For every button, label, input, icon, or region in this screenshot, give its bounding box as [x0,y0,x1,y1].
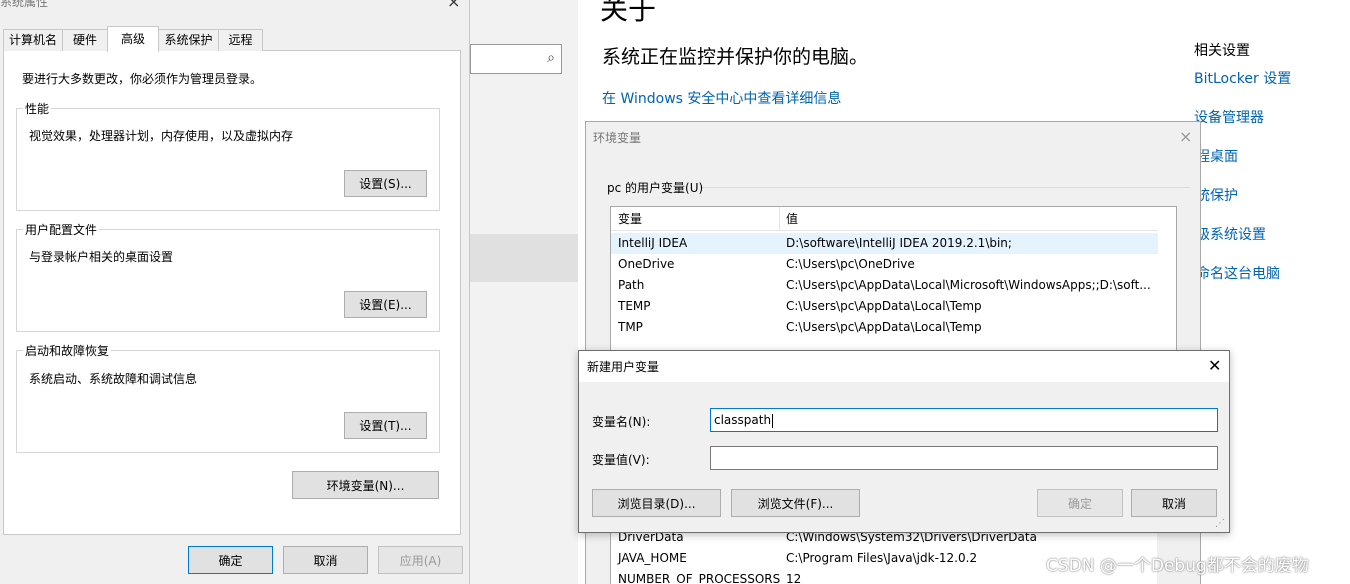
settings-nav-pane [470,0,578,584]
variable-name: Path [618,278,645,292]
group-title: 性能 [23,100,52,117]
variable-name: IntelliJ IDEA [618,236,688,250]
performance-group: 性能 视觉效果，处理器计划，内存使用，以及虚拟内存 设置(S)... [16,100,440,211]
advanced-system-settings-link[interactable]: 高级系统设置 [1194,224,1266,244]
apply-button[interactable]: 应用(A) [378,546,463,574]
table-row[interactable]: OneDrive C:\Users\pc\OneDrive [611,254,1158,275]
browse-file-button[interactable]: 浏览文件(F)... [731,489,860,517]
user-profiles-settings-button[interactable]: 设置(E)... [344,291,427,318]
dialog-title-bar[interactable] [579,351,1229,382]
variable-name-label: 变量名(N): [592,415,651,429]
variable-name: TEMP [618,299,651,313]
section-divider [700,187,1190,188]
environment-variables-button[interactable]: 环境变量(N)... [292,471,439,499]
watermark: CSDN @一个Debug都不会的废物 [1046,556,1309,576]
env-window-title: 环境变量 [593,131,642,145]
dialog-cancel-button[interactable]: 取消 [1131,489,1217,517]
admin-note: 要进行大多数更改，你必须作为管理员登录。 [22,72,263,86]
tab-system-protection[interactable]: 系统保护 [158,29,219,51]
page-title: 关于 [600,0,657,26]
close-icon[interactable]: × [1179,127,1192,146]
startup-recovery-group: 启动和故障恢复 系统启动、系统故障和调试信息 设置(T)... [16,342,440,453]
settings-nav-selected-item[interactable] [470,234,578,282]
dialog-ok-button[interactable]: 确定 [1037,489,1123,517]
table-row[interactable]: TEMP C:\Users\pc\AppData\Local\Temp [611,296,1158,317]
variable-name-text: classpath [714,413,772,427]
column-header-variable[interactable]: 变量 [611,207,642,231]
security-center-link[interactable]: 在 Windows 安全中心中查看详细信息 [602,88,841,108]
table-header: 变量 值 [611,207,1158,231]
variable-name: NUMBER_OF_PROCESSORS [618,572,781,584]
window-title: 系统属性 [0,0,49,9]
close-icon[interactable]: × [447,0,460,11]
search-icon: ⌕ [547,50,555,66]
tab-hardware[interactable]: 硬件 [62,29,108,51]
cancel-button[interactable]: 取消 [283,546,368,574]
tab-advanced[interactable]: 高级 [107,26,159,52]
bitlocker-link[interactable]: BitLocker 设置 [1194,68,1291,88]
variable-value-input[interactable] [710,446,1218,470]
variable-value: C:\Users\pc\OneDrive [786,257,915,271]
user-profiles-group: 用户配置文件 与登录帐户相关的桌面设置 设置(E)... [16,221,440,332]
variable-value-label: 变量值(V): [592,453,650,467]
resize-grip-icon[interactable]: ⋰ [1215,518,1225,529]
variable-name: TMP [618,320,643,334]
variable-name: OneDrive [618,257,675,271]
table-row[interactable]: TMP C:\Users\pc\AppData\Local\Temp [611,317,1158,338]
tab-computer-name[interactable]: 计算机名 [3,29,63,51]
table-row[interactable]: IntelliJ IDEA D:\software\IntelliJ IDEA … [611,233,1158,254]
dialog-title: 新建用户变量 [587,360,660,374]
settings-search-box[interactable]: ⌕ [470,44,562,74]
tab-remote[interactable]: 远程 [218,29,263,51]
group-description: 与登录帐户相关的桌面设置 [29,250,174,264]
device-manager-link[interactable]: 设备管理器 [1194,107,1264,127]
performance-settings-button[interactable]: 设置(S)... [344,170,427,197]
variable-name-input[interactable]: classpath [710,408,1218,432]
text-caret [772,413,774,428]
user-variables-label: pc 的用户变量(U) [607,181,704,195]
column-header-value[interactable]: 值 [779,207,798,231]
startup-recovery-settings-button[interactable]: 设置(T)... [344,412,427,439]
variable-value: C:\Users\pc\AppData\Local\Microsoft\Wind… [786,278,1151,292]
variable-name: JAVA_HOME [618,551,687,565]
user-variables-table[interactable]: 变量 值 IntelliJ IDEA D:\software\IntelliJ … [610,206,1177,354]
close-icon[interactable]: ✕ [1208,356,1221,375]
rename-pc-link[interactable]: 重命名这台电脑 [1194,263,1280,283]
group-title: 用户配置文件 [23,221,100,238]
protection-status-text: 系统正在监控并保护你的电脑。 [602,46,869,68]
variable-value: D:\software\IntelliJ IDEA 2019.2.1\bin; [786,236,1012,250]
group-description: 视觉效果，处理器计划，内存使用，以及虚拟内存 [29,129,294,143]
ok-button[interactable]: 确定 [188,546,273,574]
variable-value: C:\Users\pc\AppData\Local\Temp [786,299,982,313]
browse-directory-button[interactable]: 浏览目录(D)... [592,489,721,517]
group-description: 系统启动、系统故障和调试信息 [29,372,198,386]
variable-value: C:\Users\pc\AppData\Local\Temp [786,320,982,334]
group-title: 启动和故障恢复 [23,342,112,359]
table-row[interactable]: Path C:\Users\pc\AppData\Local\Microsoft… [611,275,1158,296]
